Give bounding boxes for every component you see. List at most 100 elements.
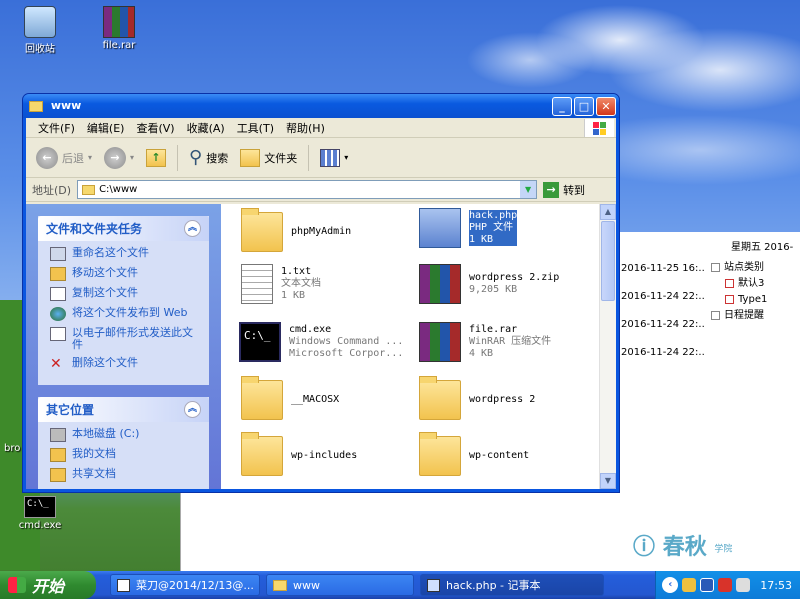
- tree-item-site-category[interactable]: 站点类别: [711, 260, 800, 276]
- task-email[interactable]: 以电子邮件形式发送此文件: [50, 327, 201, 351]
- file-tasks-header[interactable]: 文件和文件夹任务 ︽: [38, 216, 209, 241]
- place-label: 共享文档: [72, 467, 116, 480]
- folders-button[interactable]: 文件夹: [236, 147, 301, 169]
- chevron-down-icon[interactable]: ▾: [130, 153, 134, 162]
- start-label: 开始: [32, 577, 65, 596]
- scroll-thumb[interactable]: [601, 221, 615, 301]
- tree-item-default[interactable]: 默认3: [711, 276, 800, 292]
- forward-arrow-icon: →: [104, 146, 127, 169]
- task-move[interactable]: 移动这个文件: [50, 267, 201, 281]
- title-bar[interactable]: www _ □ ✕: [23, 94, 619, 118]
- tray-app-icon[interactable]: [682, 578, 697, 592]
- menu-help[interactable]: 帮助(H): [280, 120, 331, 136]
- chevron-down-icon[interactable]: ▾: [344, 153, 348, 162]
- scroll-down-arrow[interactable]: ▼: [600, 473, 616, 489]
- place-shared-docs[interactable]: 共享文档: [50, 468, 201, 482]
- file-name: file.rar: [469, 324, 518, 335]
- taskbar-item-www[interactable]: www: [266, 574, 414, 596]
- show-hidden-icons-button[interactable]: ‹: [662, 577, 679, 593]
- site-category-tree[interactable]: 站点类别 默认3 Type1 日程提醒: [711, 260, 800, 324]
- close-button[interactable]: ✕: [596, 97, 616, 116]
- desktop-icon-cmd[interactable]: C:\_ cmd.exe: [5, 496, 75, 531]
- address-value: C:\www: [99, 184, 138, 195]
- desktop-icon-partial-label[interactable]: bro: [4, 443, 20, 454]
- tray-security-icon[interactable]: [718, 578, 733, 592]
- list-item[interactable]: C:\_ cmd.exe Windows Command ... Microso…: [239, 322, 409, 362]
- place-label: 本地磁盘 (C:): [72, 427, 140, 440]
- task-label: 复制这个文件: [72, 286, 138, 299]
- address-input[interactable]: C:\www ▼: [77, 180, 538, 199]
- search-button[interactable]: ⚲ 搜索: [185, 145, 232, 170]
- file-rar-label: file.rar: [102, 40, 136, 51]
- place-my-documents[interactable]: 我的文档: [50, 448, 201, 462]
- folder-icon: [241, 376, 283, 420]
- clock[interactable]: 17:53: [760, 579, 792, 592]
- tray-volume-icon[interactable]: [736, 578, 751, 592]
- task-publish-web[interactable]: 将这个文件发布到 Web: [50, 307, 201, 321]
- list-item[interactable]: wp-includes: [241, 432, 411, 476]
- place-local-disk[interactable]: 本地磁盘 (C:): [50, 428, 201, 442]
- folders-label: 文件夹: [264, 151, 298, 165]
- menu-file[interactable]: 文件(F): [32, 120, 81, 136]
- menu-view[interactable]: 查看(V): [130, 120, 180, 136]
- list-item[interactable]: __MACOSX: [241, 376, 411, 420]
- desktop-icon-file-rar[interactable]: file.rar: [84, 6, 154, 51]
- list-item[interactable]: file.rar WinRAR 压缩文件 4 KB: [419, 322, 589, 362]
- maximize-button[interactable]: □: [574, 97, 594, 116]
- collapse-chevron-icon[interactable]: ︽: [184, 401, 201, 418]
- folder-icon: [419, 376, 461, 420]
- rename-icon: [50, 247, 66, 261]
- menu-edit[interactable]: 编辑(E): [81, 120, 131, 136]
- up-folder-button[interactable]: ↑: [142, 147, 170, 169]
- file-name: cmd.exe: [289, 324, 332, 335]
- views-button[interactable]: ▾: [316, 147, 352, 169]
- desktop-icon-recycle-bin[interactable]: 回收站: [5, 6, 75, 55]
- file-type: WinRAR 压缩文件: [469, 336, 552, 347]
- tray-shield-icon[interactable]: [700, 578, 715, 592]
- list-item[interactable]: phpMyAdmin: [241, 208, 411, 252]
- hard-drive-icon: [50, 428, 66, 442]
- list-item[interactable]: wordpress 2.zip 9,205 KB: [419, 264, 589, 304]
- task-label: 重命名这个文件: [72, 246, 149, 259]
- search-icon: ⚲: [189, 147, 203, 168]
- back-button[interactable]: ← 后退 ▾: [32, 145, 96, 171]
- folder-icon: [82, 184, 96, 195]
- file-name: 1.txt: [281, 266, 312, 277]
- file-list[interactable]: phpMyAdmin hack.php PHP 文件 1 KB 1.txt 文本…: [221, 204, 616, 489]
- scroll-up-arrow[interactable]: ▲: [600, 204, 616, 220]
- file-tasks-title: 文件和文件夹任务: [46, 222, 143, 236]
- menu-favorites[interactable]: 收藏(A): [181, 120, 231, 136]
- folders-icon: [240, 148, 261, 167]
- task-delete[interactable]: ✕ 删除这个文件: [50, 357, 201, 372]
- list-item[interactable]: 1.txt 文本文档 1 KB: [241, 264, 411, 304]
- forward-button[interactable]: → ▾: [100, 145, 138, 171]
- rar-archive-icon: [419, 322, 461, 362]
- app-window-icon: [117, 578, 130, 592]
- task-copy[interactable]: 复制这个文件: [50, 287, 201, 301]
- tree-item-reminder[interactable]: 日程提醒: [711, 308, 800, 324]
- collapse-chevron-icon[interactable]: ︽: [184, 220, 201, 237]
- my-documents-icon: [50, 448, 66, 462]
- list-item[interactable]: wordpress 2: [419, 376, 589, 420]
- list-item[interactable]: hack.php PHP 文件 1 KB: [419, 208, 589, 248]
- go-button[interactable]: → 转到: [543, 181, 585, 198]
- chevron-down-icon[interactable]: ▾: [88, 153, 92, 162]
- move-file-icon: [50, 267, 66, 281]
- task-label: 移动这个文件: [72, 266, 138, 279]
- explorer-window[interactable]: www _ □ ✕ 文件(F) 编辑(E) 查看(V) 收藏(A) 工具(T) …: [22, 93, 620, 493]
- taskbar-item-caidao[interactable]: 菜刀@2014/12/13@...: [110, 574, 260, 596]
- taskbar-item-notepad[interactable]: hack.php - 记事本: [420, 574, 604, 596]
- list-item[interactable]: wp-content: [419, 432, 589, 476]
- task-rename[interactable]: 重命名这个文件: [50, 247, 201, 261]
- folder-icon: [273, 579, 287, 591]
- start-button[interactable]: 开始: [0, 571, 96, 599]
- tree-item-type1[interactable]: Type1: [711, 292, 800, 308]
- menu-tools[interactable]: 工具(T): [231, 120, 280, 136]
- cmd-icon: C:\_: [239, 322, 281, 362]
- globe-icon: [50, 307, 66, 321]
- minimize-button[interactable]: _: [552, 97, 572, 116]
- task-pane: 文件和文件夹任务 ︽ 重命名这个文件 移动这个文件 复制这个文件 将这个文件发布…: [26, 204, 221, 489]
- address-dropdown-icon[interactable]: ▼: [520, 181, 537, 198]
- other-places-header[interactable]: 其它位置 ︽: [38, 397, 209, 422]
- vertical-scrollbar[interactable]: ▲ ▼: [599, 204, 616, 489]
